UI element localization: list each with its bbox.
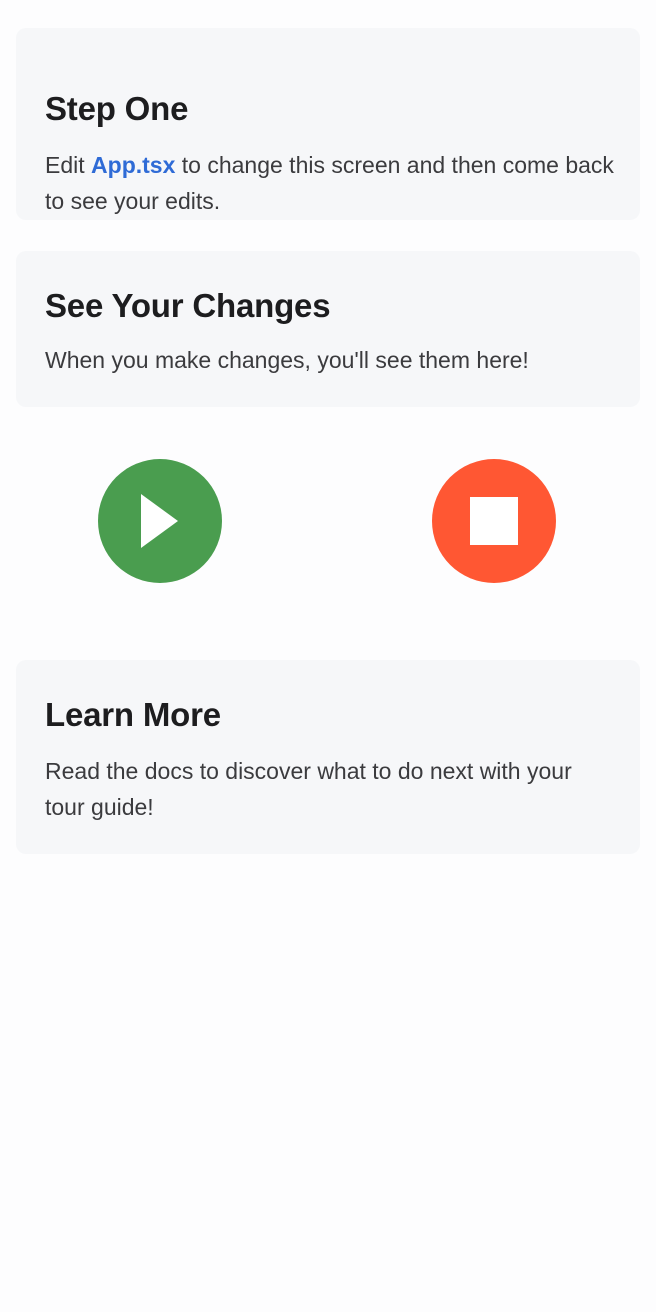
step-one-title: Step One	[45, 90, 189, 127]
step-one-text-before: Edit	[45, 152, 92, 178]
learn-more-text: Read the docs to discover what to do nex…	[45, 758, 572, 820]
see-changes-text: When you make changes, you'll see them h…	[45, 347, 529, 373]
learn-more-title: Learn More	[45, 696, 221, 733]
play-icon	[141, 494, 178, 548]
step-one-text: Edit App.tsx to change this screen and t…	[45, 147, 625, 219]
learn-more-card: Learn More Read the docs to discover wha…	[16, 660, 640, 854]
step-one-card: Step One Edit App.tsx to change this scr…	[16, 28, 640, 220]
see-changes-title: See Your Changes	[45, 287, 331, 324]
stop-icon	[470, 497, 518, 545]
stop-button[interactable]	[432, 459, 556, 583]
app-tsx-link[interactable]: App.tsx	[91, 152, 175, 178]
see-changes-card: See Your Changes When you make changes, …	[16, 251, 640, 407]
play-button[interactable]	[98, 459, 222, 583]
